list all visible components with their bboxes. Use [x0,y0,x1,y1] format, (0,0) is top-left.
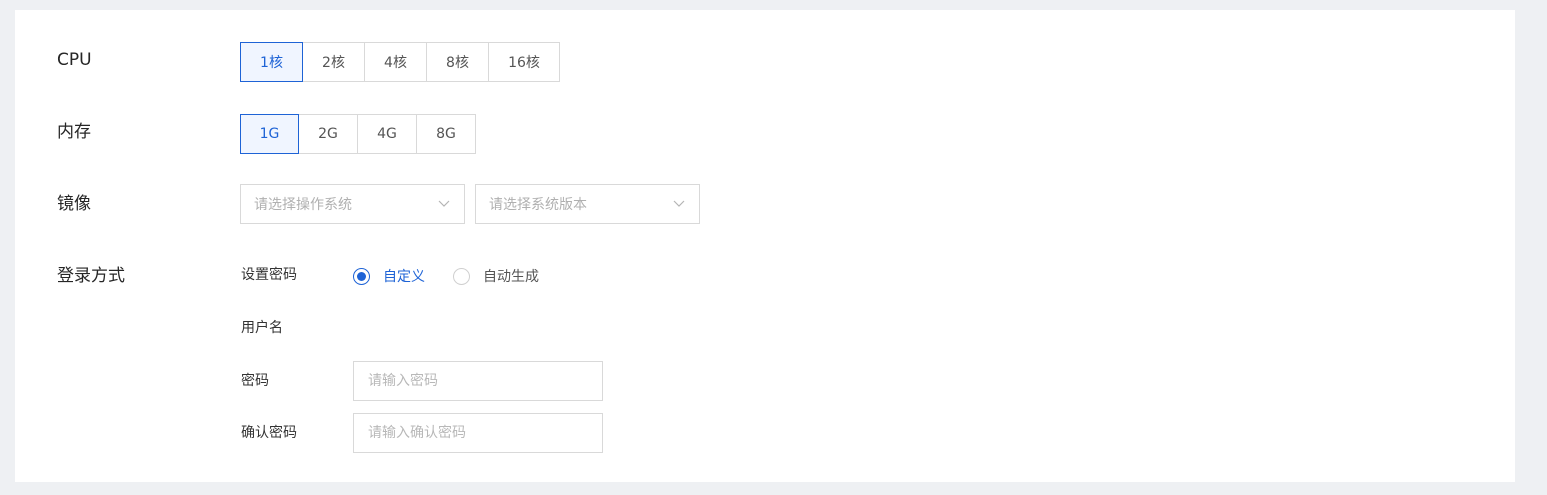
login-method-label: 登录方式 [57,266,125,286]
radio-auto-generate[interactable]: 自动生成 [453,266,539,286]
radio-custom[interactable]: 自定义 [353,266,425,286]
version-select-placeholder: 请选择系统版本 [489,197,587,213]
memory-label: 内存 [57,122,91,142]
image-label: 镜像 [57,194,91,214]
cpu-option-16[interactable]: 16核 [488,42,560,82]
version-select[interactable]: 请选择系统版本 [475,184,700,224]
set-password-label: 设置密码 [241,267,297,283]
cpu-label: CPU [57,50,92,70]
os-select[interactable]: 请选择操作系统 [240,184,465,224]
chevron-down-icon [438,200,450,207]
confirm-password-label: 确认密码 [241,425,297,441]
memory-option-4g[interactable]: 4G [357,114,417,154]
cpu-option-2[interactable]: 2核 [302,42,365,82]
username-label: 用户名 [241,320,283,336]
password-input[interactable] [353,361,603,401]
chevron-down-icon [673,200,685,207]
os-select-placeholder: 请选择操作系统 [254,197,352,213]
cpu-option-1[interactable]: 1核 [240,42,303,82]
cpu-option-4[interactable]: 4核 [364,42,427,82]
memory-option-2g[interactable]: 2G [298,114,358,154]
cpu-option-8[interactable]: 8核 [426,42,489,82]
config-panel: CPU 1核 2核 4核 8核 16核 内存 1G 2G 4G 8G 镜像 请选… [15,10,1515,482]
memory-option-1g[interactable]: 1G [240,114,299,154]
radio-unchecked-icon [453,267,470,285]
radio-auto-label: 自动生成 [483,269,539,285]
radio-checked-icon [353,267,370,285]
cpu-selector: 1核 2核 4核 8核 16核 [240,42,560,82]
memory-option-8g[interactable]: 8G [416,114,476,154]
password-label: 密码 [241,373,269,389]
confirm-password-input[interactable] [353,413,603,453]
radio-custom-label: 自定义 [383,269,425,285]
memory-selector: 1G 2G 4G 8G [240,114,476,154]
